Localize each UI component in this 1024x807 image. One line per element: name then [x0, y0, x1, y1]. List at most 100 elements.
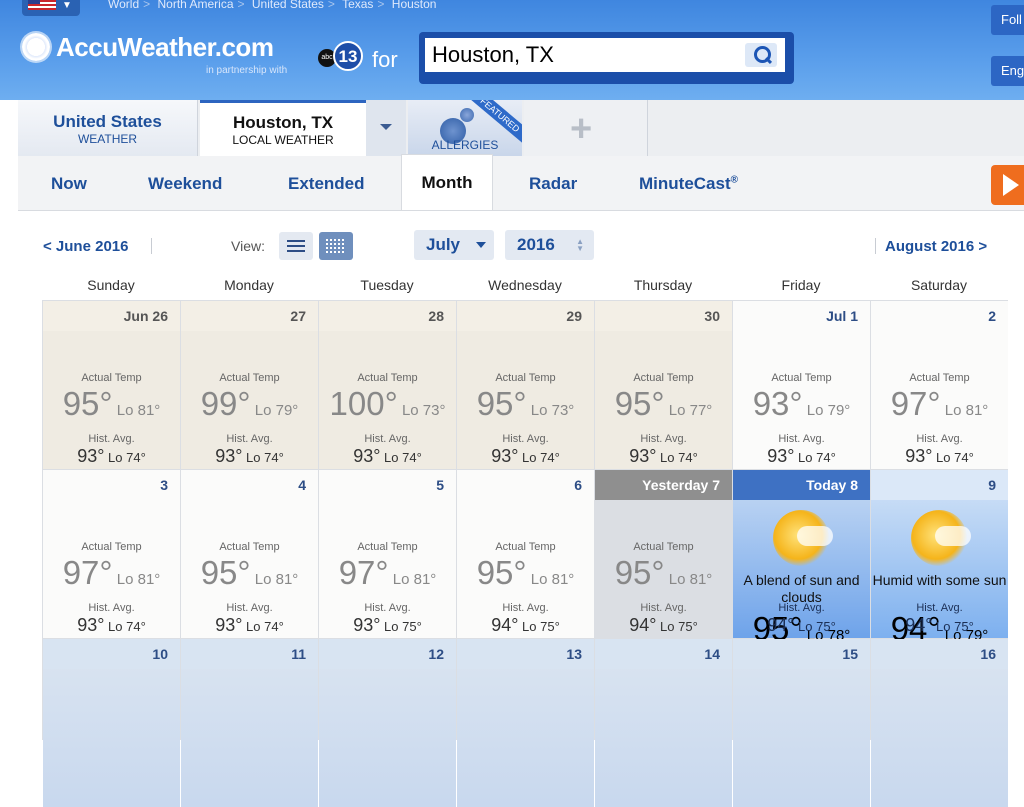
tab-title: ALLERGIES: [431, 138, 499, 152]
search-button[interactable]: [745, 43, 777, 67]
calendar-day[interactable]: 29 Actual Temp 95° Lo 73° Hist. Avg. 93° Lo …: [457, 301, 594, 469]
prev-month-link[interactable]: < June 2016: [43, 238, 128, 255]
tab-title: Houston, TX: [232, 113, 334, 132]
calendar-day[interactable]: 15: [733, 639, 870, 807]
view-label: View:: [231, 238, 265, 254]
hist-avg-temp: 94° Lo 75°: [457, 615, 594, 636]
registered-mark: ®: [730, 174, 738, 186]
calendar-day[interactable]: 12: [319, 639, 456, 807]
follow-button[interactable]: Foll: [991, 5, 1024, 35]
day-of-week-thursday: Thursday: [633, 277, 693, 293]
calendar-day[interactable]: 6 Actual Temp 95° Lo 81° Hist. Avg. 94° Lo 7…: [457, 470, 594, 638]
tab-month[interactable]: Month: [401, 154, 493, 210]
breadcrumb-united-states[interactable]: United States: [252, 0, 324, 11]
breadcrumb-texas[interactable]: Texas: [342, 0, 373, 11]
list-view-button[interactable]: [279, 232, 313, 260]
tab-now[interactable]: Now: [51, 174, 87, 194]
up-down-icon: ▲ ▼: [576, 237, 584, 253]
location-tabs: United States WEATHER Houston, TX LOCAL …: [18, 100, 1024, 157]
high-temp: 95°: [476, 385, 527, 422]
calendar-day[interactable]: 2 Actual Temp 97° Lo 81° Hist. Avg. 93° Lo 7…: [871, 301, 1008, 469]
tab-extended[interactable]: Extended: [288, 174, 365, 194]
hist-low: Lo 74°: [104, 619, 146, 634]
day-date: Today 8: [733, 470, 870, 500]
hist-high: 93°: [77, 615, 105, 635]
breadcrumb-houston[interactable]: Houston: [392, 0, 437, 11]
hist-high: 93°: [353, 615, 381, 635]
day-date: 27: [181, 301, 318, 331]
tab-allergies[interactable]: FEATURED ALLERGIES: [408, 100, 522, 156]
grid-view-button[interactable]: [319, 232, 353, 260]
calendar-day[interactable]: 14: [595, 639, 732, 807]
calendar-day[interactable]: 5 Actual Temp 97° Lo 81° Hist. Avg. 93° Lo 7…: [319, 470, 456, 638]
tab-united-states[interactable]: United States WEATHER: [18, 100, 198, 156]
breadcrumb-world[interactable]: World: [108, 0, 139, 11]
tab-houston[interactable]: Houston, TX LOCAL WEATHER: [200, 100, 366, 156]
calendar-day[interactable]: 16: [871, 639, 1008, 807]
hist-low: Lo 74°: [932, 450, 974, 465]
day-date: Jul 1: [733, 301, 870, 331]
day-of-week-tuesday: Tuesday: [360, 277, 414, 293]
hist-high: 93°: [215, 446, 243, 466]
site-logo[interactable]: AccuWeather.com: [56, 32, 274, 63]
calendar-day[interactable]: Yesterday 7 Actual Temp 95° Lo 81° Hist. Av…: [595, 470, 732, 638]
location-search-input[interactable]: [425, 38, 785, 72]
hist-low: Lo 75°: [656, 619, 698, 634]
breadcrumb-north-america[interactable]: North America: [157, 0, 233, 11]
language-button[interactable]: Eng: [991, 56, 1024, 86]
tab-radar[interactable]: Radar: [529, 174, 577, 194]
low-temp: Lo 81°: [526, 571, 575, 588]
calendar-day[interactable]: 27 Actual Temp 99° Lo 79° Hist. Avg. 93° Lo …: [181, 301, 318, 469]
hist-low: Lo 75°: [518, 619, 560, 634]
day-date: Jun 26: [43, 301, 180, 331]
calendar-day[interactable]: 3 Actual Temp 97° Lo 81° Hist. Avg. 93° Lo 7…: [43, 470, 180, 638]
month-select[interactable]: July: [414, 230, 494, 260]
year-select[interactable]: 2016 ▲ ▼: [505, 230, 594, 260]
hist-high: 94°: [767, 615, 795, 635]
day-date: 2: [871, 301, 1008, 331]
calendar-day[interactable]: 11: [181, 639, 318, 807]
calendar-day[interactable]: Jun 26 Actual Temp 95° Lo 81° Hist. Avg. 93°…: [43, 301, 180, 469]
tab-weekend[interactable]: Weekend: [148, 174, 222, 194]
day-date: 11: [181, 639, 318, 669]
video-play-button[interactable]: [991, 165, 1024, 205]
location-dropdown-button[interactable]: [366, 100, 406, 156]
tab-minutecast[interactable]: MinuteCast®: [639, 174, 738, 194]
sun-logo-icon: [22, 33, 50, 61]
hist-low: Lo 75°: [380, 619, 422, 634]
calendar-day[interactable]: Today 8A blend of sun and clouds 95° Lo 7…: [733, 470, 870, 647]
hist-avg-label: Hist. Avg.: [88, 602, 135, 614]
calendar-day[interactable]: 13: [457, 639, 594, 807]
high-temp: 97°: [62, 554, 113, 591]
next-month-link[interactable]: August 2016 >: [885, 238, 987, 255]
high-temp: 95°: [200, 554, 251, 591]
partner-text: in partnership with: [206, 65, 288, 76]
divider: [151, 238, 152, 254]
hist-low: Lo 74°: [104, 450, 146, 465]
day-date: 16: [871, 639, 1008, 669]
day-date: 29: [457, 301, 594, 331]
plus-icon: +: [570, 108, 593, 150]
actual-temp: 93° Lo 79°: [733, 385, 870, 423]
add-location-button[interactable]: +: [524, 100, 648, 156]
country-flag-dropdown[interactable]: ▼: [22, 0, 80, 16]
low-temp: Lo 81°: [388, 571, 437, 588]
hist-low: Lo 74°: [794, 450, 836, 465]
hist-avg-label: Hist. Avg.: [640, 433, 687, 445]
hist-high: 93°: [353, 446, 381, 466]
for-label: for: [372, 47, 398, 72]
calendar-day[interactable]: 28 Actual Temp 100° Lo 73° Hist. Avg. 93° Lo…: [319, 301, 456, 469]
calendar-day[interactable]: Jul 1 Actual Temp 93° Lo 79° Hist. Avg. 93° …: [733, 301, 870, 469]
calendar-day[interactable]: 30 Actual Temp 95° Lo 77° Hist. Avg. 93° Lo …: [595, 301, 732, 469]
hist-avg-temp: 93° Lo 74°: [43, 615, 180, 636]
chevron-down-icon: [380, 124, 392, 130]
calendar-day[interactable]: 4 Actual Temp 95° Lo 81° Hist. Avg. 93° Lo 7…: [181, 470, 318, 638]
condition-text: A blend of sun and clouds: [743, 572, 860, 605]
tab-subtitle: LOCAL WEATHER: [232, 133, 334, 147]
hist-avg-temp: 93° Lo 74°: [733, 446, 870, 467]
site-header: ▼ World > North America > United States > T…: [0, 0, 1024, 100]
calendar-day[interactable]: 10: [43, 639, 180, 807]
channel-13-logo: 13: [333, 41, 363, 71]
day-date: 15: [733, 639, 870, 669]
calendar-day[interactable]: 9 Humid with some sun 94° Lo 79° Hist. Avg.…: [871, 470, 1008, 647]
